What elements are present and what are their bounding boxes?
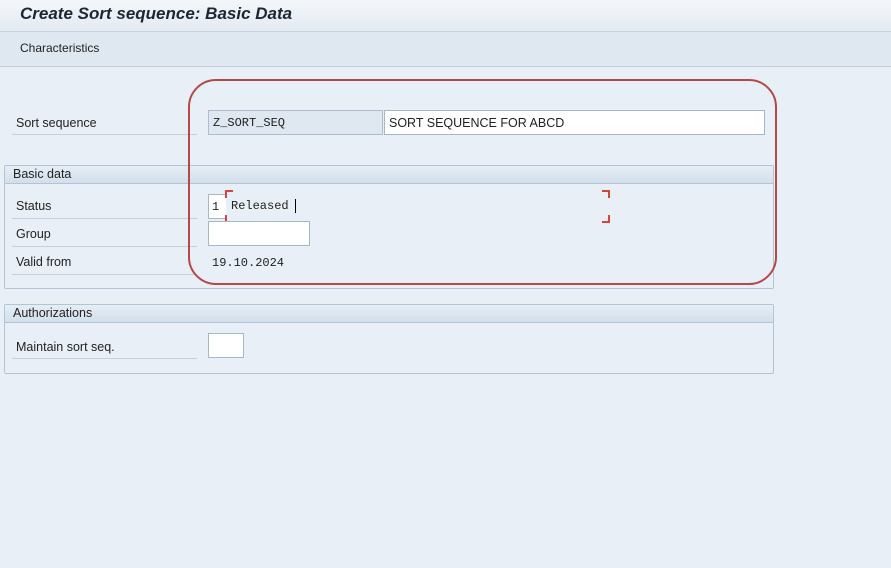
title-bar: Create Sort sequence: Basic Data: [0, 0, 891, 32]
sort-sequence-underline: [12, 134, 197, 135]
group-underline: [12, 246, 197, 247]
group-label: Group: [16, 227, 51, 241]
annotation-highlight: [188, 79, 777, 285]
status-underline: [12, 218, 197, 219]
sort-sequence-label: Sort sequence: [16, 116, 97, 130]
valid-from-underline: [12, 274, 197, 275]
characteristics-button[interactable]: Characteristics: [20, 41, 99, 55]
page-title: Create Sort sequence: Basic Data: [20, 4, 293, 23]
status-label: Status: [16, 199, 52, 213]
authorizations-group: Authorizations: [4, 304, 774, 374]
application-toolbar: Characteristics: [0, 32, 891, 67]
maintain-sort-seq-label: Maintain sort seq.: [16, 340, 115, 354]
valid-from-label: Valid from: [16, 255, 72, 269]
authorizations-header: Authorizations: [5, 305, 773, 323]
maintain-sort-seq-input[interactable]: [208, 333, 244, 358]
maintain-sort-seq-underline: [12, 358, 197, 359]
